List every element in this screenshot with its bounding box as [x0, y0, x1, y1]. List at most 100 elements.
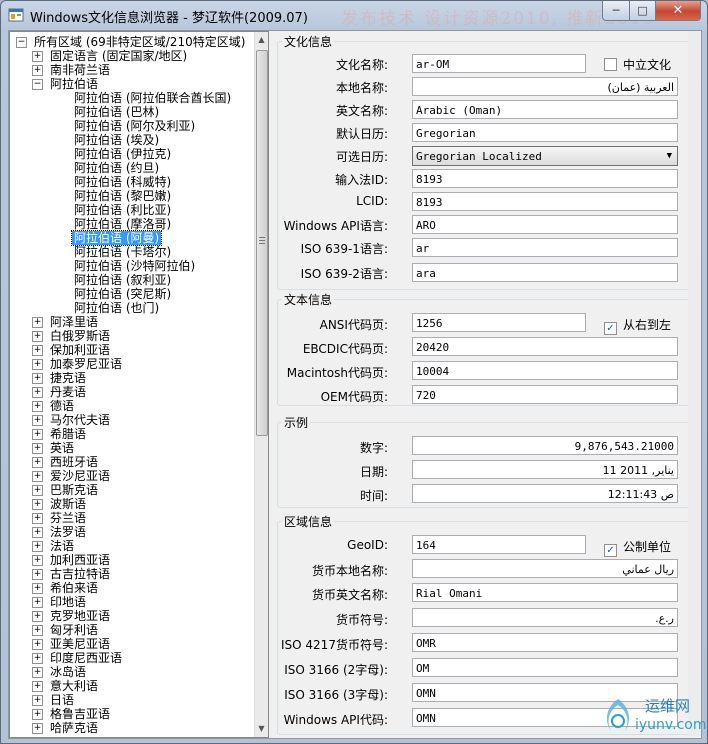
expand-icon[interactable]: +: [32, 471, 43, 482]
expand-icon[interactable]: +: [32, 611, 43, 622]
expand-icon[interactable]: +: [32, 513, 43, 524]
tree-item[interactable]: + 希腊语: [10, 427, 253, 441]
expand-icon[interactable]: +: [32, 485, 43, 496]
iso4217-field[interactable]: OMR: [412, 633, 678, 652]
tree-item[interactable]: 阿拉伯语 (卡塔尔): [10, 245, 253, 259]
tree-item[interactable]: + 西班牙语: [10, 455, 253, 469]
rtl-checkbox[interactable]: ✓ 从右到左: [604, 316, 671, 335]
tree-item[interactable]: + 意大利语: [10, 679, 253, 693]
tree-item[interactable]: 阿拉伯语 (阿曼): [10, 230, 253, 246]
expand-icon[interactable]: +: [32, 359, 43, 370]
collapse-icon[interactable]: −: [32, 79, 43, 90]
tree-item[interactable]: + 白俄罗斯语: [10, 329, 253, 343]
tree-item[interactable]: + 印度尼西亚语: [10, 651, 253, 665]
tree-item[interactable]: 阿拉伯语 (突尼斯): [10, 287, 253, 301]
tree-item[interactable]: + 日语: [10, 693, 253, 707]
tree-item[interactable]: + 冰岛语: [10, 665, 253, 679]
tree-scrollbar[interactable]: ▲ ▼: [254, 32, 268, 737]
expand-icon[interactable]: +: [32, 541, 43, 552]
currency-english-field[interactable]: Rial Omani: [412, 583, 678, 602]
expand-icon[interactable]: +: [32, 65, 43, 76]
expand-icon[interactable]: +: [32, 569, 43, 580]
tree-item[interactable]: + 哈萨克语: [10, 721, 253, 735]
tree-item[interactable]: 阿拉伯语 (阿尔及利亚): [10, 119, 253, 133]
culture-tree[interactable]: + 哈萨克语 + 格鲁吉亚语 + 日语 + 意大利语 + 冰岛语 + 印度尼西亚语 + 亚美尼亚语 + 匈牙利…: [9, 31, 269, 738]
tree-item[interactable]: 阿拉伯语 (沙特阿拉伯): [10, 259, 253, 273]
tree-item[interactable]: + 印地语: [10, 595, 253, 609]
scroll-up-icon[interactable]: ▲: [255, 32, 268, 48]
expand-icon[interactable]: +: [32, 723, 43, 734]
neutral-culture-checkbox[interactable]: 中立文化: [604, 56, 671, 73]
tree-item[interactable]: 阿拉伯语 (也门): [10, 301, 253, 315]
tree-item[interactable]: + 亚美尼亚语: [10, 637, 253, 651]
tree-item[interactable]: + 希伯来语: [10, 581, 253, 595]
expand-icon[interactable]: +: [32, 429, 43, 440]
tree-item[interactable]: 阿拉伯语 (科威特): [10, 175, 253, 189]
tree-item[interactable]: 阿拉伯语 (约旦): [10, 161, 253, 175]
tree-item[interactable]: + 古吉拉特语: [10, 567, 253, 581]
title-bar[interactable]: 发布技术 设计资源2010, 推新2010 Windows文化信息浏览器 - 梦…: [1, 1, 707, 29]
expand-icon[interactable]: +: [32, 667, 43, 678]
close-button[interactable]: ✕: [656, 1, 701, 21]
tree-item[interactable]: 阿拉伯语 (叙利亚): [10, 273, 253, 287]
expand-icon[interactable]: +: [32, 331, 43, 342]
tree-item[interactable]: + 德语: [10, 399, 253, 413]
tree-item[interactable]: + 马尔代夫语: [10, 413, 253, 427]
expand-icon[interactable]: +: [32, 373, 43, 384]
tree-item[interactable]: + 阿泽里语: [10, 315, 253, 329]
lcid-field[interactable]: 8193: [412, 192, 678, 211]
tree-item[interactable]: 阿拉伯语 (摩洛哥): [10, 217, 253, 231]
tree-item[interactable]: + 加利西亚语: [10, 553, 253, 567]
win-api-lang-field[interactable]: ARO: [412, 215, 678, 234]
iso3166-2-field[interactable]: OM: [412, 658, 678, 677]
expand-icon[interactable]: +: [32, 695, 43, 706]
expand-icon[interactable]: +: [32, 555, 43, 566]
optional-calendar-select[interactable]: Gregorian Localized ▼: [412, 146, 678, 166]
tree-item[interactable]: + 巴斯克语: [10, 483, 253, 497]
expand-icon[interactable]: +: [32, 51, 43, 62]
tree-item[interactable]: − 所有区域 (69非特定区域/210特定区域): [10, 35, 253, 49]
native-name-field[interactable]: العربية (عمان): [412, 77, 678, 96]
minimize-button[interactable]: ─: [602, 1, 630, 21]
maximize-button[interactable]: □: [630, 1, 656, 21]
currency-symbol-field[interactable]: ر.ع.‏: [412, 608, 678, 627]
tree-item[interactable]: 阿拉伯语 (伊拉克): [10, 147, 253, 161]
expand-icon[interactable]: +: [32, 387, 43, 398]
ime-id-field[interactable]: 8193: [412, 169, 678, 188]
expand-icon[interactable]: +: [32, 625, 43, 636]
tree-item[interactable]: + 格鲁吉亚语: [10, 707, 253, 721]
iso6391-field[interactable]: ar: [412, 238, 678, 257]
tree-item[interactable]: + 南非荷兰语: [10, 63, 253, 77]
tree-item[interactable]: + 法罗语: [10, 525, 253, 539]
tree-item[interactable]: 阿拉伯语 (埃及): [10, 133, 253, 147]
number-field[interactable]: 9,876,543.21000: [412, 436, 678, 455]
tree-item[interactable]: 阿拉伯语 (黎巴嫩): [10, 189, 253, 203]
tree-item[interactable]: + 爱沙尼亚语: [10, 469, 253, 483]
culture-name-field[interactable]: ar-OM: [412, 54, 586, 73]
time-field[interactable]: 12:11:43 ص: [412, 484, 678, 503]
tree-item[interactable]: 阿拉伯语 (巴林): [10, 105, 253, 119]
tree-item[interactable]: + 丹麦语: [10, 385, 253, 399]
expand-icon[interactable]: +: [32, 443, 43, 454]
default-calendar-field[interactable]: Gregorian: [412, 123, 678, 142]
tree-item[interactable]: 阿拉伯语 (阿拉伯联合酋长国): [10, 91, 253, 105]
expand-icon[interactable]: +: [32, 457, 43, 468]
tree-item[interactable]: + 捷克语: [10, 371, 253, 385]
expand-icon[interactable]: +: [32, 499, 43, 510]
expand-icon[interactable]: +: [32, 401, 43, 412]
english-name-field[interactable]: Arabic (Oman): [412, 100, 678, 119]
oem-field[interactable]: 720: [412, 385, 678, 404]
tree-item[interactable]: + 固定语言 (固定国家/地区): [10, 49, 253, 63]
tree-item[interactable]: − 阿拉伯语: [10, 77, 253, 91]
tree-item[interactable]: + 芬兰语: [10, 511, 253, 525]
tree-item[interactable]: + 加泰罗尼亚语: [10, 357, 253, 371]
expand-icon[interactable]: +: [32, 597, 43, 608]
expand-icon[interactable]: +: [32, 653, 43, 664]
expand-icon[interactable]: +: [32, 639, 43, 650]
expand-icon[interactable]: +: [32, 583, 43, 594]
tree-item[interactable]: + 英语: [10, 441, 253, 455]
expand-icon[interactable]: +: [32, 681, 43, 692]
collapse-icon[interactable]: −: [16, 37, 27, 48]
ebcdic-field[interactable]: 20420: [412, 337, 678, 356]
date-field[interactable]: 11 يناير, 2011: [412, 460, 678, 479]
